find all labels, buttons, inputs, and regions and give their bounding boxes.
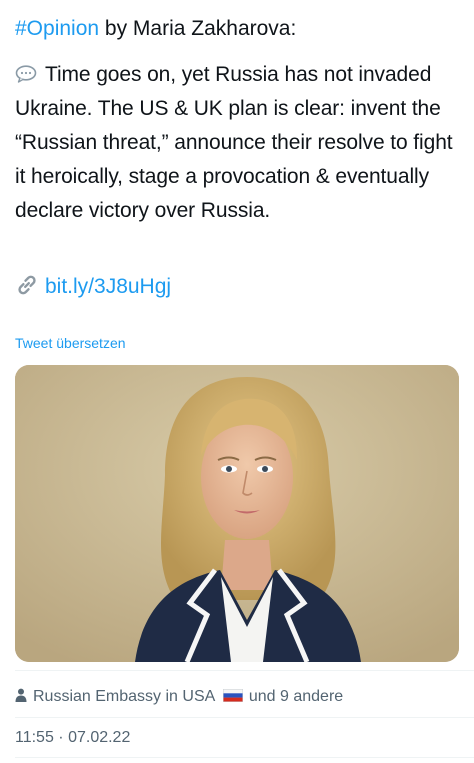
tweet-headline: #Opinion by Maria Zakharova: [15,14,296,44]
short-link[interactable]: bit.ly/3J8uHgj [45,275,171,298]
divider [15,757,474,758]
tweet-card: #Opinion by Maria Zakharova: Time goes o… [0,0,474,763]
liked-by-account[interactable]: Russian Embassy in USA [33,688,214,705]
hashtag-link[interactable]: #Opinion [15,17,99,40]
russia-flag-icon [222,687,243,702]
link-icon [15,273,39,297]
headline-text: by Maria Zakharova: [99,17,297,40]
tweet-text: Time goes on, yet Russia has not invaded… [15,58,465,228]
speech-bubble-icon [15,60,37,83]
tweet-body: Time goes on, yet Russia has not invaded… [15,63,453,222]
translate-tweet-link[interactable]: Tweet übersetzen [15,334,126,352]
divider [15,717,474,718]
liked-by-row[interactable]: Russian Embassy in USA und 9 andere [15,686,343,708]
link-row: bit.ly/3J8uHgj [15,272,171,302]
tweet-timestamp[interactable]: 11:55 · 07.02.22 [15,727,130,749]
person-icon [15,687,27,702]
divider [15,670,474,671]
portrait-image [15,365,459,662]
liked-by-others[interactable]: und 9 andere [249,688,343,705]
tweet-photo[interactable] [15,365,459,662]
